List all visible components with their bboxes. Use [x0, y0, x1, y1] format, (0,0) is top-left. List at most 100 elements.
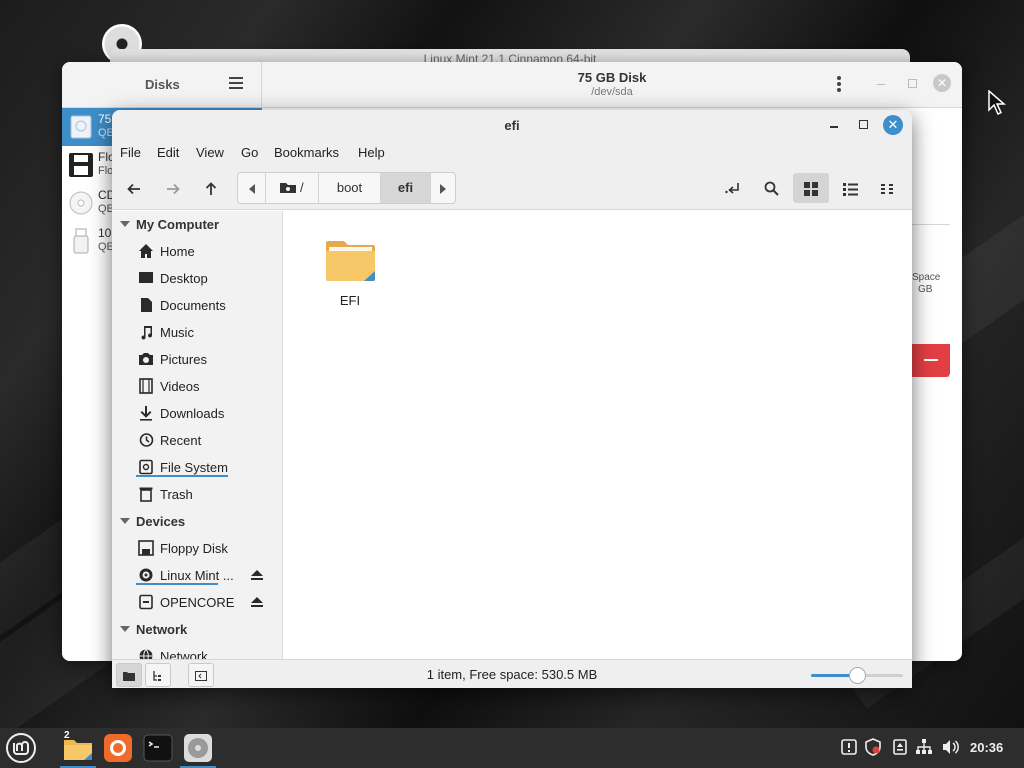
shield-icon[interactable]	[864, 738, 882, 756]
sidebar-item-trash[interactable]: Trash	[136, 484, 281, 506]
eject-icon[interactable]	[249, 594, 265, 610]
toolbar: / boot efi	[112, 166, 912, 210]
trash-icon	[139, 487, 153, 502]
places-sidebar: My Computer Home Desktop Documents Music…	[112, 211, 283, 659]
sidebar-item-floppy[interactable]: Floppy Disk	[136, 538, 281, 560]
titlebar[interactable]: efi ✕	[112, 110, 912, 140]
list-view-icon	[842, 182, 858, 196]
menu-help[interactable]: Help	[358, 145, 385, 160]
removable-drive-icon[interactable]	[891, 738, 909, 756]
toggle-location-button[interactable]	[718, 173, 748, 203]
arrow-up-icon	[205, 181, 217, 195]
menu-edit[interactable]: Edit	[157, 145, 179, 160]
eject-icon[interactable]	[249, 567, 265, 583]
disks-sidebar-title: Disks	[145, 77, 180, 92]
folder-icon	[326, 241, 375, 281]
menu-file[interactable]: File	[120, 145, 141, 160]
breadcrumb-next-button[interactable]	[430, 173, 455, 203]
sidebar-item-network[interactable]: Network	[136, 646, 281, 659]
list-view-button[interactable]	[835, 173, 865, 203]
disks-close-button[interactable]: ✕	[933, 74, 951, 92]
icon-view-button[interactable]	[793, 173, 829, 203]
up-button[interactable]	[196, 173, 226, 203]
menu-icon[interactable]	[5, 732, 37, 764]
breadcrumb-root[interactable]: /	[265, 173, 318, 203]
disks-minimize-button[interactable]	[877, 84, 885, 85]
compact-view-button[interactable]	[873, 173, 903, 203]
workspace-badge: 2	[64, 730, 70, 741]
status-text: 1 item, Free space: 530.5 MB	[426, 667, 598, 682]
disks-maximize-button[interactable]	[908, 79, 917, 88]
section-network[interactable]: Network	[120, 622, 187, 637]
maximize-button[interactable]	[859, 120, 868, 129]
back-button[interactable]	[119, 173, 149, 203]
usb-drive-icon	[73, 228, 89, 254]
chevron-left-icon	[248, 183, 255, 194]
taskbar-disks-button[interactable]	[180, 732, 216, 768]
file-view[interactable]: EFI	[284, 211, 912, 659]
desktop: Linux Mint 21.1 Cinnamon 64-bit Disks 75…	[0, 0, 1024, 728]
disc-icon	[139, 568, 153, 582]
sidebar-item-desktop[interactable]: Desktop	[136, 268, 281, 290]
sidebar-item-music[interactable]: Music	[136, 322, 281, 344]
pictures-icon	[139, 353, 153, 365]
menu-bookmarks[interactable]: Bookmarks	[274, 145, 339, 160]
delete-partition-button[interactable]	[912, 344, 950, 377]
chevron-right-icon	[440, 183, 446, 194]
update-manager-icon[interactable]	[840, 738, 858, 756]
forward-button[interactable]	[158, 173, 188, 203]
sidebar-item-videos[interactable]: Videos	[136, 376, 281, 398]
grid-view-icon	[804, 181, 818, 196]
music-icon	[141, 326, 153, 340]
drive-root-icon	[280, 183, 297, 193]
home-icon	[139, 244, 153, 258]
menu-go[interactable]: Go	[241, 145, 258, 160]
mounted-indicator	[136, 583, 218, 585]
file-item-label: EFI	[339, 293, 361, 308]
clock[interactable]: 20:36	[970, 740, 1003, 755]
close-button[interactable]: ✕	[883, 115, 903, 135]
mouse-cursor-icon	[988, 90, 1007, 116]
menu-view[interactable]: View	[196, 145, 224, 160]
zoom-slider-handle[interactable]	[849, 667, 866, 684]
window-title: efi	[504, 118, 520, 133]
file-item-folder[interactable]: EFI	[320, 231, 380, 311]
hard-disk-icon	[70, 115, 92, 139]
location-entry-icon	[725, 182, 739, 194]
floppy-icon	[69, 153, 93, 177]
sidebar-item-home[interactable]: Home	[136, 241, 281, 263]
recent-icon	[139, 433, 154, 447]
sidebar-item-pictures[interactable]: Pictures	[136, 349, 281, 371]
floppy-icon	[138, 540, 154, 556]
search-button[interactable]	[756, 173, 786, 203]
disks-headerbar: Disks 75 GB Disk /dev/sda ✕	[62, 62, 962, 108]
arrow-left-icon	[127, 183, 140, 194]
section-devices[interactable]: Devices	[120, 514, 185, 529]
section-my-computer[interactable]: My Computer	[120, 217, 219, 232]
downloads-icon	[140, 406, 152, 421]
firefox-icon[interactable]	[102, 732, 134, 764]
sidebar-item-opencore[interactable]: OPENCORE	[136, 592, 281, 614]
disk-title: 75 GB Disk	[577, 70, 647, 85]
network-wired-icon[interactable]	[915, 738, 933, 756]
disk-path: /dev/sda	[591, 86, 633, 98]
sidebar-item-recent[interactable]: Recent	[136, 430, 281, 452]
compact-view-icon	[881, 183, 893, 194]
zoom-slider[interactable]	[811, 667, 903, 684]
search-icon	[764, 181, 779, 196]
free-space-label: Space GB	[912, 272, 941, 295]
taskbar: 2 20:36	[0, 728, 1024, 768]
taskbar-files-button[interactable]: 2	[60, 730, 96, 768]
sidebar-item-downloads[interactable]: Downloads	[136, 403, 281, 425]
hamburger-menu-icon[interactable]	[229, 77, 243, 89]
breadcrumb: / boot efi	[237, 172, 456, 204]
sidebar-item-documents[interactable]: Documents	[136, 295, 281, 317]
breadcrumb-item[interactable]: boot	[318, 173, 380, 203]
terminal-icon[interactable]	[142, 732, 174, 764]
minimize-button[interactable]	[830, 126, 838, 128]
volume-icon[interactable]	[941, 738, 959, 756]
kebab-menu-icon[interactable]	[837, 76, 841, 92]
breadcrumb-prev-button[interactable]	[238, 173, 265, 203]
breadcrumb-item-active[interactable]: efi	[380, 173, 430, 203]
arrow-right-icon	[167, 183, 180, 194]
